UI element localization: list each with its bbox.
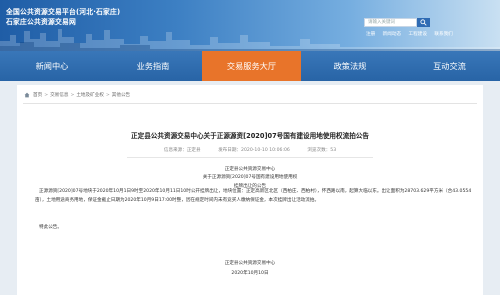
notice-reference: 关于正源源资[2020]07号国有建设用地使用权 xyxy=(202,175,298,180)
breadcrumb-separator: > xyxy=(70,92,75,98)
article-source: 信息来源：正定县 xyxy=(163,148,201,153)
notice-body: 正源源资[2020]07号地块于2020年10月1日9时至2020年10月11日… xyxy=(35,189,472,203)
breadcrumb: 首页 > 交易信息 > 土地及矿业权 > 其他公告 xyxy=(24,92,130,98)
divider xyxy=(23,103,477,104)
search-icon xyxy=(420,19,427,26)
top-link-construction[interactable]: 工程建设 xyxy=(409,32,427,37)
breadcrumb-land-mining[interactable]: 土地及矿业权 xyxy=(76,92,104,98)
notice-org: 正定县公共资源交易中心 xyxy=(224,167,276,172)
divider xyxy=(127,157,373,158)
nav-item-news-center[interactable]: 新闻中心 xyxy=(0,51,104,81)
top-link-register[interactable]: 注册 xyxy=(366,32,375,37)
article-views: 浏览次数：53 xyxy=(307,148,337,153)
article-title: 正定县公共资源交易中心关于正源源资[2020]07号国有建设用地使用权流拍公告 xyxy=(131,132,369,140)
header-banner: 全国公共资源交易平台(河北·石家庄) 石家庄公共资源交易网 请输入关键词 注册 … xyxy=(0,0,500,51)
signature-date: 2020年10月10日 xyxy=(231,271,269,276)
nav-item-trading-hall[interactable]: 交易服务大厅 xyxy=(202,51,301,81)
breadcrumb-home[interactable]: 首页 xyxy=(33,92,42,98)
top-links: 注册 新闻动态 工程建设 联系我们 xyxy=(366,31,459,37)
breadcrumb-separator: > xyxy=(44,92,49,98)
notice-closing: 特此公告。 xyxy=(39,225,62,230)
nav-item-interaction[interactable]: 互动交流 xyxy=(399,51,500,81)
article-meta: 信息来源：正定县 发布日期：2020-10-10 10:06:06 浏览次数：5… xyxy=(17,147,483,153)
search-button[interactable] xyxy=(417,18,430,27)
article-panel: 首页 > 交易信息 > 土地及矿业权 > 其他公告 正定县公共资源交易中心关于正… xyxy=(17,85,483,295)
article-date: 发布日期：2020-10-10 10:06:06 xyxy=(218,148,290,153)
breadcrumb-other-notices[interactable]: 其他公告 xyxy=(112,92,130,98)
top-link-news[interactable]: 新闻动态 xyxy=(383,32,401,37)
nav-item-policies[interactable]: 政策法规 xyxy=(301,51,399,81)
nav-item-business-guide[interactable]: 业务指南 xyxy=(104,51,202,81)
site-title-line2: 石家庄公共资源交易网 xyxy=(6,18,76,26)
main-nav: 新闻中心 业务指南 交易服务大厅 政策法规 互动交流 xyxy=(0,51,500,81)
site-title-line1: 全国公共资源交易平台(河北·石家庄) xyxy=(6,8,121,16)
search-input[interactable]: 请输入关键词 xyxy=(364,18,417,27)
signature-org: 正定县公共资源交易中心 xyxy=(224,261,276,266)
breadcrumb-trading-info[interactable]: 交易信息 xyxy=(50,92,68,98)
breadcrumb-separator: > xyxy=(105,92,110,98)
top-link-contact[interactable]: 联系我们 xyxy=(434,32,452,37)
home-icon xyxy=(24,92,30,98)
